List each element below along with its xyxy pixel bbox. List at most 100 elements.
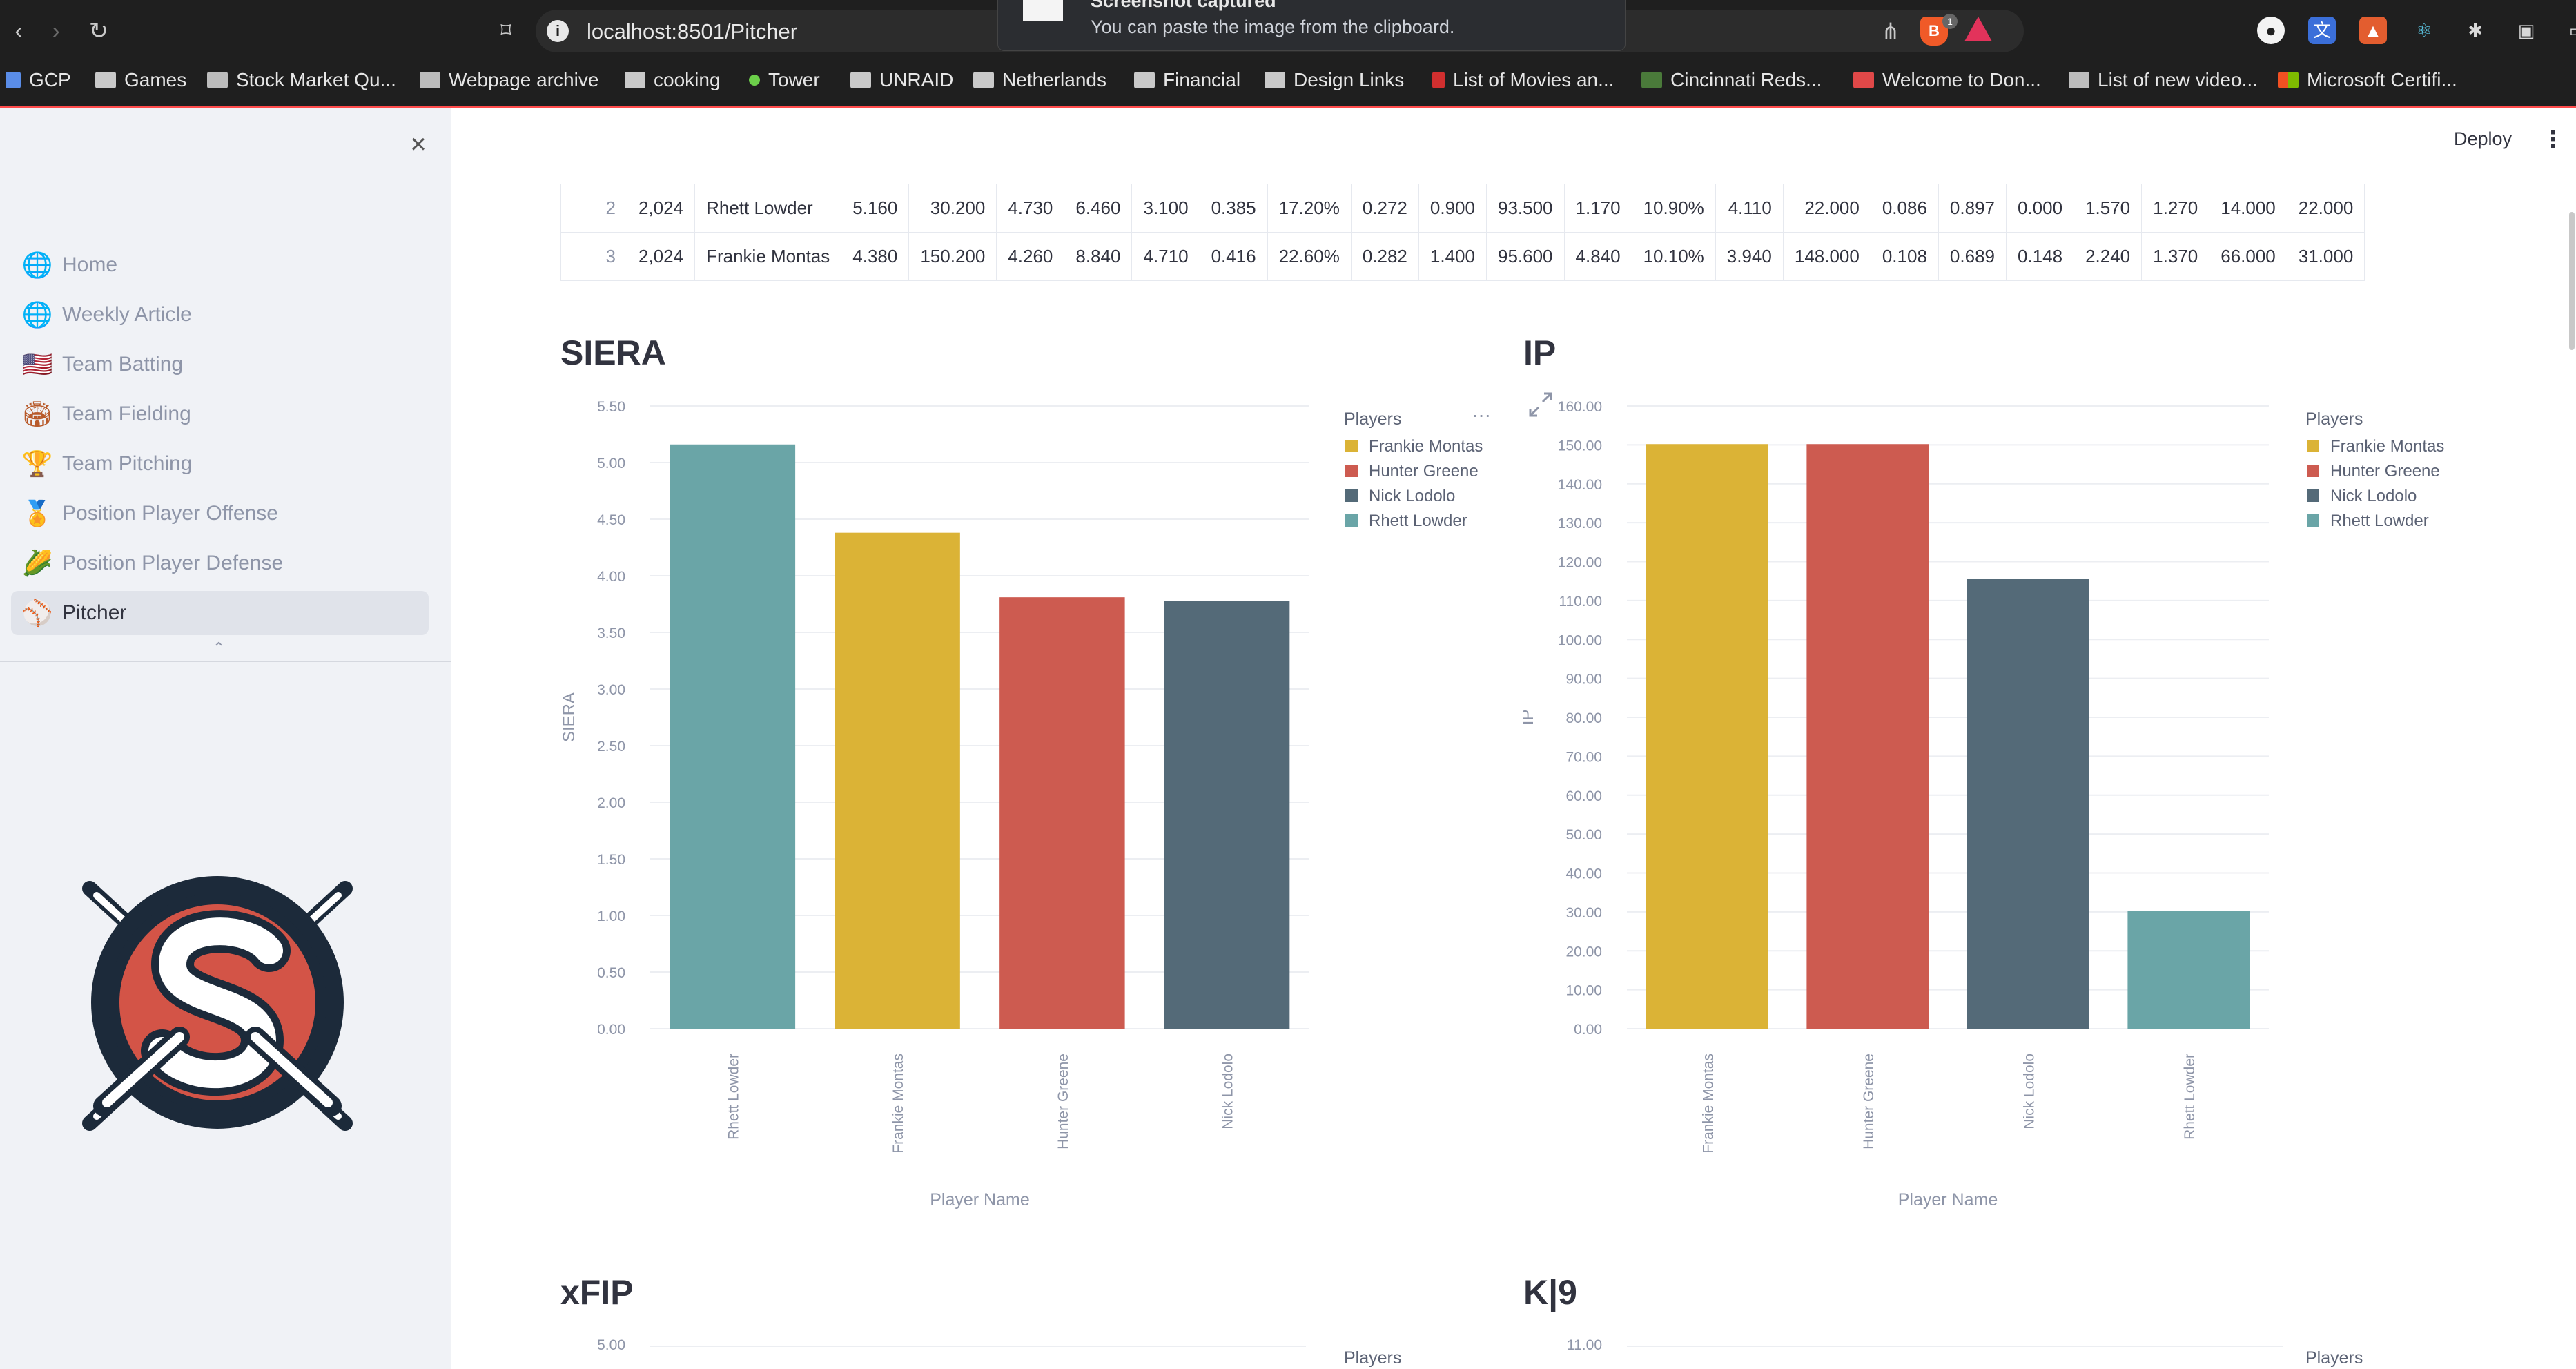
bookmark-item[interactable]: Netherlands [973,64,1106,97]
sidebar-item-label: Position Player Defense [62,552,284,574]
y-tick-label: 0.50 [597,965,625,981]
legend-swatch [1345,514,1358,527]
sidebar-item-position-player-defense[interactable]: 🌽 Position Player Defense [11,541,429,585]
grid-icon [6,72,21,88]
y-tick-label: 1.50 [597,852,625,868]
table-cell: 0.272 [1350,184,1419,233]
deploy-button[interactable]: Deploy [2454,128,2512,150]
extension-icon[interactable]: ▲ [2359,17,2387,44]
bookmark-item[interactable]: Microsoft Certifi... [2278,64,2457,97]
bar[interactable] [1646,444,1768,1029]
x-tick-label: Nick Lodolo [2021,1054,2037,1129]
bookmark-icon[interactable]: ⌑ [490,15,522,47]
k9-chart: 11.00 Players [1567,1337,2363,1368]
reload-icon[interactable]: ↻ [83,15,115,47]
share-icon[interactable]: ⋔ [1875,15,1906,47]
toast-message: You can paste the image from the clipboa… [1091,17,1455,37]
bookmark-item[interactable]: Webpage archive [420,64,598,97]
site-info-icon[interactable]: i [547,20,569,42]
react-devtools-icon[interactable]: ⚛ [2410,17,2438,44]
bookmark-item[interactable]: Cincinnati Reds... [1641,64,1822,97]
forward-icon[interactable]: › [40,15,72,47]
bookmark-item[interactable]: GCP [6,64,71,97]
sidebar-item-pitcher[interactable]: ⚾ Pitcher [11,591,429,635]
translate-icon[interactable]: 文 [2308,17,2336,44]
y-tick-label: 100.00 [1558,632,1602,648]
table-cell: 1.400 [1418,232,1487,281]
legend-swatch [2307,489,2319,502]
brave-rewards-icon[interactable] [1964,17,1992,41]
chart-more-icon[interactable]: ··· [1472,404,1491,425]
y-tick-label: 50.00 [1565,827,1602,843]
x-tick-label: Hunter Greene [1055,1054,1071,1149]
sidebar-item-label: Position Player Offense [62,502,278,525]
sidebar-item-team-batting[interactable]: 🇺🇸 Team Batting [11,342,429,387]
bookmark-item[interactable]: Tower [749,64,820,97]
table-cell: 0.385 [1199,184,1268,233]
table-cell: 4.260 [996,232,1065,281]
sidebar-item-home[interactable]: 🌐 Home [11,243,429,287]
table-cell: 4.380 [841,232,910,281]
bookmark-label: UNRAID [879,69,954,90]
legend-title: Players [1344,1348,1401,1368]
sidebar-toggle-icon[interactable]: ▣ [2512,17,2540,44]
pitcher-stats-table: 2 2,024 Rhett Lowder 5.160 30.200 4.730 6.460 3… [560,184,2365,281]
table-cell: 0.897 [1938,184,2007,233]
bookmark-item[interactable]: Games [95,64,186,97]
sidebar-item-label: Home [62,253,118,276]
y-tick-label: 150.00 [1558,438,1602,454]
bar[interactable] [999,597,1125,1029]
back-icon[interactable]: ‹ [3,15,35,47]
bookmark-item[interactable]: UNRAID [850,64,953,97]
bookmark-item[interactable]: Design Links [1265,64,1404,97]
table-cell: 22.60% [1267,232,1352,281]
bookmark-item[interactable]: Welcome to Don... [1853,64,2041,97]
medal-icon: 🏅 [21,499,53,527]
main-menu-icon[interactable]: ⋮ [2541,127,2565,152]
legend-label: Rhett Lowder [1369,512,1467,530]
bar[interactable] [1806,444,1929,1029]
puzzle-icon[interactable]: ✱ [2461,17,2489,44]
sidebar-item-team-fielding[interactable]: 🏟 Team Fielding [11,392,429,436]
sidebar-item-weekly-article[interactable]: 🌐 Weekly Article [11,293,429,337]
x-tick-label: Frankie Montas [1700,1054,1716,1154]
bookmark-item[interactable]: List of new video... [2069,64,2258,97]
y-tick-label: 3.50 [597,625,625,641]
y-tick-label: 5.00 [597,1337,625,1353]
trophy-icon: 🏆 [21,449,53,478]
table-row: 3 2,024 Frankie Montas 4.380 150.200 4.260 8.8… [560,232,2365,281]
fullscreen-icon[interactable] [1529,392,1552,417]
table-cell: 4.110 [1715,184,1784,233]
table-cell: 31.000 [2286,232,2365,281]
bar[interactable] [1164,601,1290,1029]
close-sidebar-icon[interactable]: × [403,129,433,159]
bar[interactable] [1967,579,2089,1029]
url-text[interactable]: localhost:8501/Pitcher [587,19,797,44]
legend-label: Hunter Greene [1369,462,1479,480]
bookmark-item[interactable]: List of Movies an... [1432,64,1614,97]
chevron-up-icon[interactable]: ⌃ [207,640,231,657]
scrollbar[interactable] [2569,212,2575,350]
bookmark-item[interactable]: Financial [1134,64,1240,97]
password-manager-icon[interactable]: ● [2257,17,2285,44]
folder-icon [973,72,994,88]
wallet-icon[interactable]: ▭ [2564,17,2576,44]
y-tick-label: 60.00 [1565,788,1602,804]
bookmark-label: List of new video... [2098,69,2258,90]
table-cell: 22.000 [2286,184,2365,233]
y-tick-label: 160.00 [1558,399,1602,415]
bar[interactable] [670,444,796,1029]
x-axis-label: Player Name [930,1190,1030,1210]
player-name-cell: Rhett Lowder [694,184,842,233]
bookmark-label: Welcome to Don... [1882,69,2041,90]
toast-title: Screenshot captured [1091,0,1276,11]
bookmark-item[interactable]: Stock Market Qu... [207,64,396,97]
legend-label: Nick Lodolo [1369,487,1455,505]
sidebar-item-team-pitching[interactable]: 🏆 Team Pitching [11,442,429,486]
bookmark-item[interactable]: cooking [625,64,721,97]
film-icon [1432,72,1445,88]
corn-icon: 🌽 [21,549,53,577]
bar[interactable] [2127,911,2250,1029]
bar[interactable] [835,532,960,1029]
sidebar-item-position-player-offense[interactable]: 🏅 Position Player Offense [11,492,429,536]
